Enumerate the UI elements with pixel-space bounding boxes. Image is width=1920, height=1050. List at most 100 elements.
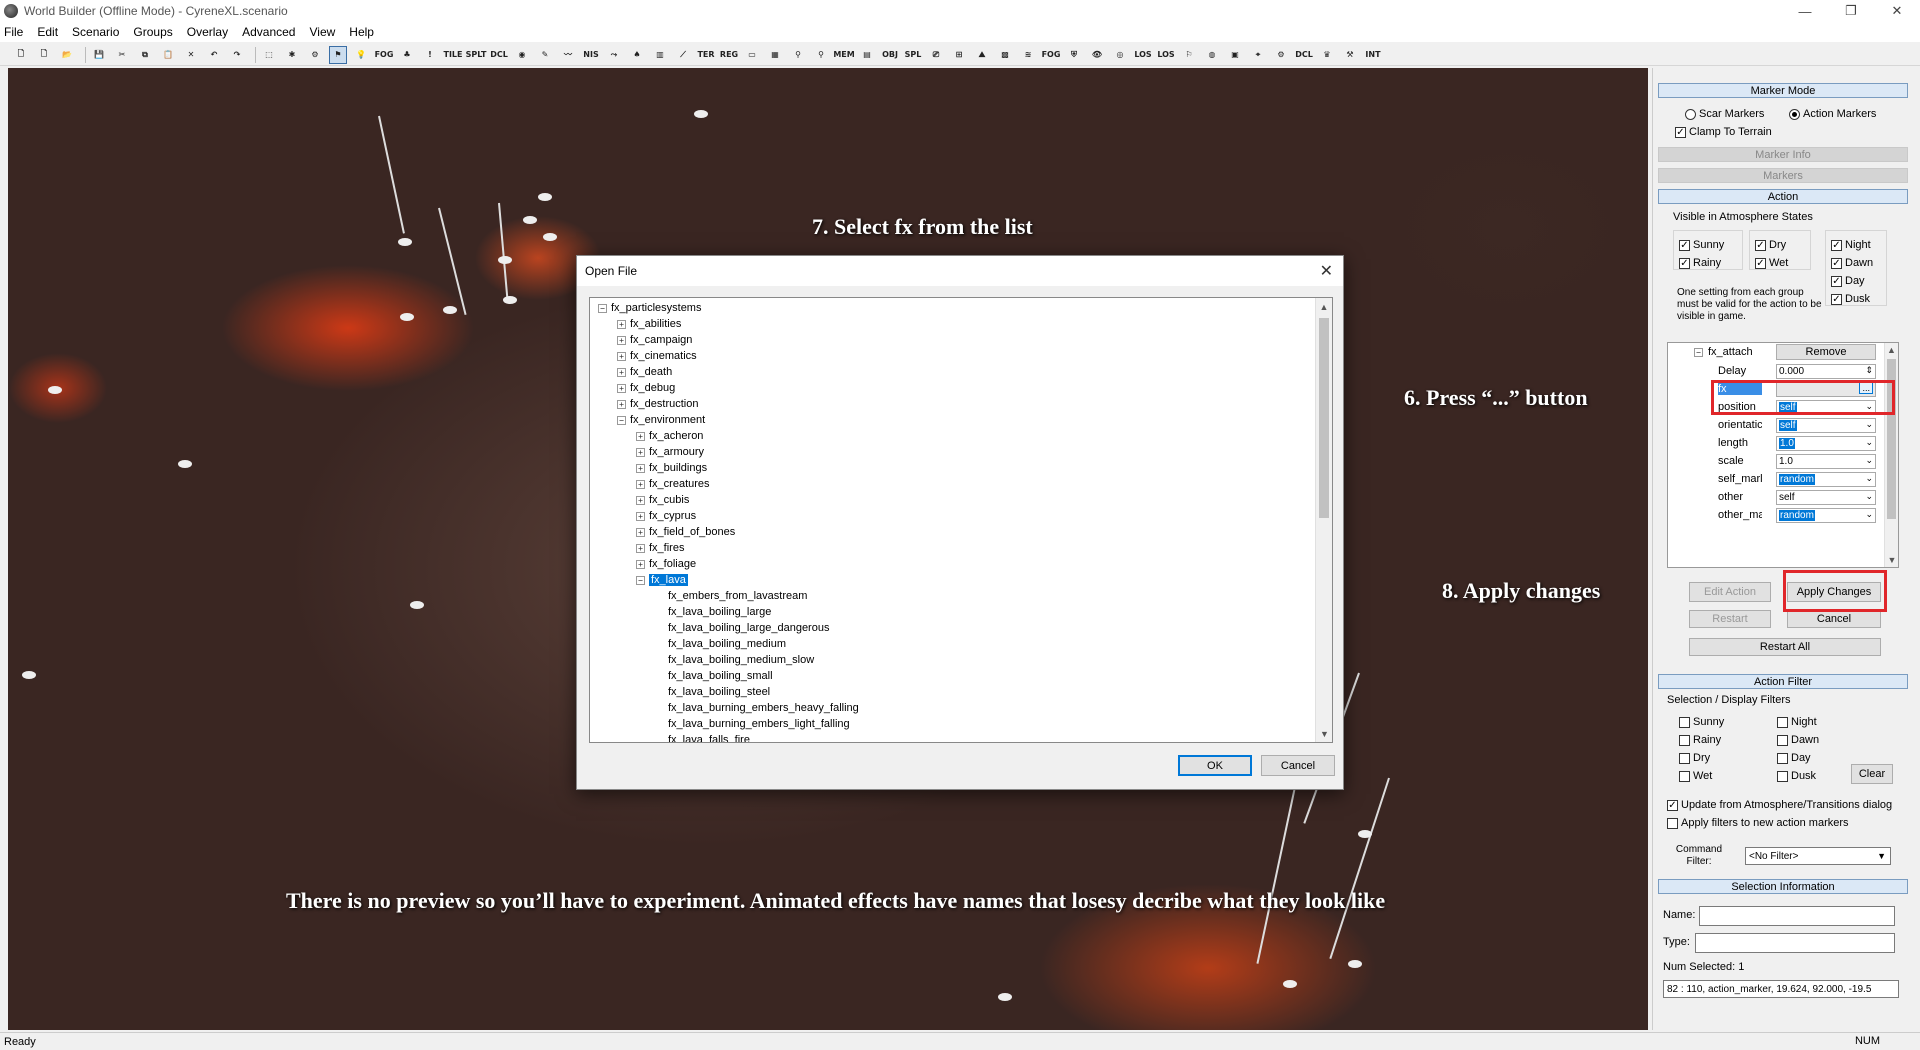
- action-marker[interactable]: [1348, 960, 1362, 968]
- chart-icon[interactable]: ▥: [651, 46, 669, 64]
- type-field[interactable]: [1695, 933, 1895, 953]
- tree-scrollbar[interactable]: ▲ ▼: [1315, 298, 1332, 742]
- property-row[interactable]: scale 1.0 ⌄: [1668, 453, 1883, 471]
- property-value[interactable]: self ⌄: [1776, 418, 1876, 433]
- filter-dawn-checkbox[interactable]: Dawn: [1777, 734, 1819, 746]
- expand-icon[interactable]: +: [636, 495, 645, 505]
- record-icon[interactable]: ◍: [1203, 46, 1221, 64]
- dry-checkbox[interactable]: ✓ Dry: [1755, 239, 1786, 251]
- tree-item[interactable]: fx_embers_from_lavastream: [590, 588, 1316, 604]
- stats-icon[interactable]: ▤: [858, 46, 876, 64]
- tree-item[interactable]: + fx_foliage: [590, 556, 1316, 572]
- property-row[interactable]: orientatic self ⌄: [1668, 417, 1883, 435]
- fog-view-button[interactable]: FOG: [1042, 46, 1061, 64]
- line-icon[interactable]: ⟋: [674, 46, 692, 64]
- scroll-up-icon[interactable]: ▲: [1885, 343, 1898, 357]
- tree-item[interactable]: + fx_fires: [590, 540, 1316, 556]
- water-view-icon[interactable]: ≋: [1019, 46, 1037, 64]
- light-icon[interactable]: 💡: [352, 46, 370, 64]
- color-wheel-icon[interactable]: ◉: [513, 46, 531, 64]
- day-checkbox[interactable]: ✓ Day: [1831, 275, 1865, 287]
- tree-item[interactable]: fx_lava_boiling_steel: [590, 684, 1316, 700]
- fx-attach-collapse-icon[interactable]: −: [1694, 348, 1703, 357]
- dusk-checkbox[interactable]: ✓ Dusk: [1831, 293, 1870, 305]
- action-marker[interactable]: [498, 256, 512, 264]
- action-marker[interactable]: [543, 233, 557, 241]
- new-doc-icon[interactable]: 🗋: [35, 46, 53, 64]
- chevron-down-icon[interactable]: ⌄: [1865, 473, 1873, 484]
- action-marker[interactable]: [1358, 830, 1372, 838]
- action-marker[interactable]: [998, 993, 1012, 1001]
- expand-icon[interactable]: +: [617, 367, 626, 377]
- update-from-atmo-checkbox[interactable]: ✓ Update from Atmosphere/Transitions dial…: [1667, 799, 1892, 811]
- filter-rainy-checkbox[interactable]: Rainy: [1679, 734, 1721, 746]
- terrain-button[interactable]: TER: [697, 46, 715, 64]
- gear-icon[interactable]: ⚙: [306, 46, 324, 64]
- pin-icon[interactable]: ⚲: [789, 46, 807, 64]
- nis-button[interactable]: NIS: [582, 46, 600, 64]
- menu-view[interactable]: View: [309, 25, 335, 39]
- heightmap-icon[interactable]: ▩: [996, 46, 1014, 64]
- tree-item[interactable]: − fx_environment: [590, 412, 1316, 428]
- shield-icon[interactable]: ⛨: [1065, 46, 1083, 64]
- tree-item[interactable]: fx_lava_boiling_medium_slow: [590, 652, 1316, 668]
- copy-icon[interactable]: ⧉: [136, 46, 154, 64]
- tree-item[interactable]: + fx_debug: [590, 380, 1316, 396]
- tree-item[interactable]: + fx_acheron: [590, 428, 1316, 444]
- menu-groups[interactable]: Groups: [133, 25, 172, 39]
- expand-icon[interactable]: +: [636, 527, 645, 537]
- tree-item[interactable]: fx_lava_boiling_large: [590, 604, 1316, 620]
- new-file-icon[interactable]: 🗋: [12, 46, 30, 64]
- menu-file[interactable]: File: [4, 25, 23, 39]
- fog-button[interactable]: FOG: [375, 46, 394, 64]
- property-value[interactable]: 1.0 ⌄: [1776, 454, 1876, 469]
- chart2-icon[interactable]: ▣: [1226, 46, 1244, 64]
- unit-icon[interactable]: ♠: [628, 46, 646, 64]
- expand-icon[interactable]: +: [636, 559, 645, 569]
- cut-icon[interactable]: ✂: [113, 46, 131, 64]
- tree-item[interactable]: − fx_particlesystems: [590, 300, 1316, 316]
- collapse-icon[interactable]: −: [598, 303, 607, 313]
- save-icon[interactable]: 💾: [90, 46, 108, 64]
- action-marker[interactable]: [443, 306, 457, 314]
- property-row[interactable]: length 1.0 ⌄: [1668, 435, 1883, 453]
- flag2-icon[interactable]: ⚐: [1180, 46, 1198, 64]
- filter-wet-checkbox[interactable]: Wet: [1679, 770, 1712, 782]
- collapse-icon[interactable]: −: [617, 415, 626, 425]
- path-icon[interactable]: ⤳: [605, 46, 623, 64]
- circle-icon[interactable]: ◎: [1111, 46, 1129, 64]
- clear-button[interactable]: Clear: [1851, 764, 1893, 784]
- action-marker[interactable]: [48, 386, 62, 394]
- ok-button[interactable]: OK: [1178, 755, 1252, 776]
- action-marker[interactable]: [400, 313, 414, 321]
- tree-item[interactable]: fx_lava_burning_embers_light_falling: [590, 716, 1316, 732]
- select-icon[interactable]: ⬚: [260, 46, 278, 64]
- action-property-grid[interactable]: − fx_attach Remove Delay 0.000 ⇕ fx... posit…: [1667, 342, 1899, 568]
- terrain-view-icon[interactable]: ⛰: [973, 46, 991, 64]
- cursor-icon[interactable]: ⌖: [1249, 46, 1267, 64]
- scroll-up-icon[interactable]: ▲: [1316, 298, 1332, 315]
- filter-night-checkbox[interactable]: Night: [1777, 716, 1817, 728]
- action-markers-radio[interactable]: Action Markers: [1789, 108, 1876, 120]
- tree-item[interactable]: fx_lava_falls_fire: [590, 732, 1316, 742]
- grid-icon[interactable]: ▦: [766, 46, 784, 64]
- tree-item[interactable]: + fx_buildings: [590, 460, 1316, 476]
- tree-item[interactable]: + fx_armoury: [590, 444, 1316, 460]
- chevron-down-icon[interactable]: ⌄: [1865, 437, 1873, 448]
- splats-button[interactable]: SPL: [904, 46, 922, 64]
- chevron-down-icon[interactable]: ⌄: [1865, 455, 1873, 466]
- markers-header[interactable]: Markers: [1658, 168, 1908, 183]
- objects-button[interactable]: OBJ: [881, 46, 899, 64]
- rainy-checkbox[interactable]: ✓ Rainy: [1679, 257, 1721, 269]
- command-filter-dropdown[interactable]: <No Filter> ▼: [1745, 847, 1891, 865]
- sunny-checkbox[interactable]: ✓ Sunny: [1679, 239, 1724, 251]
- window-icon[interactable]: ▭: [743, 46, 761, 64]
- expand-icon[interactable]: +: [636, 431, 645, 441]
- expand-icon[interactable]: +: [617, 383, 626, 393]
- chevron-down-icon[interactable]: ⌄: [1865, 491, 1873, 502]
- filter-dry-checkbox[interactable]: Dry: [1679, 752, 1710, 764]
- trophy-icon[interactable]: ♛: [1318, 46, 1336, 64]
- tool-icon[interactable]: ⚒: [1341, 46, 1359, 64]
- int-button[interactable]: INT: [1364, 46, 1382, 64]
- expand-icon[interactable]: +: [617, 351, 626, 361]
